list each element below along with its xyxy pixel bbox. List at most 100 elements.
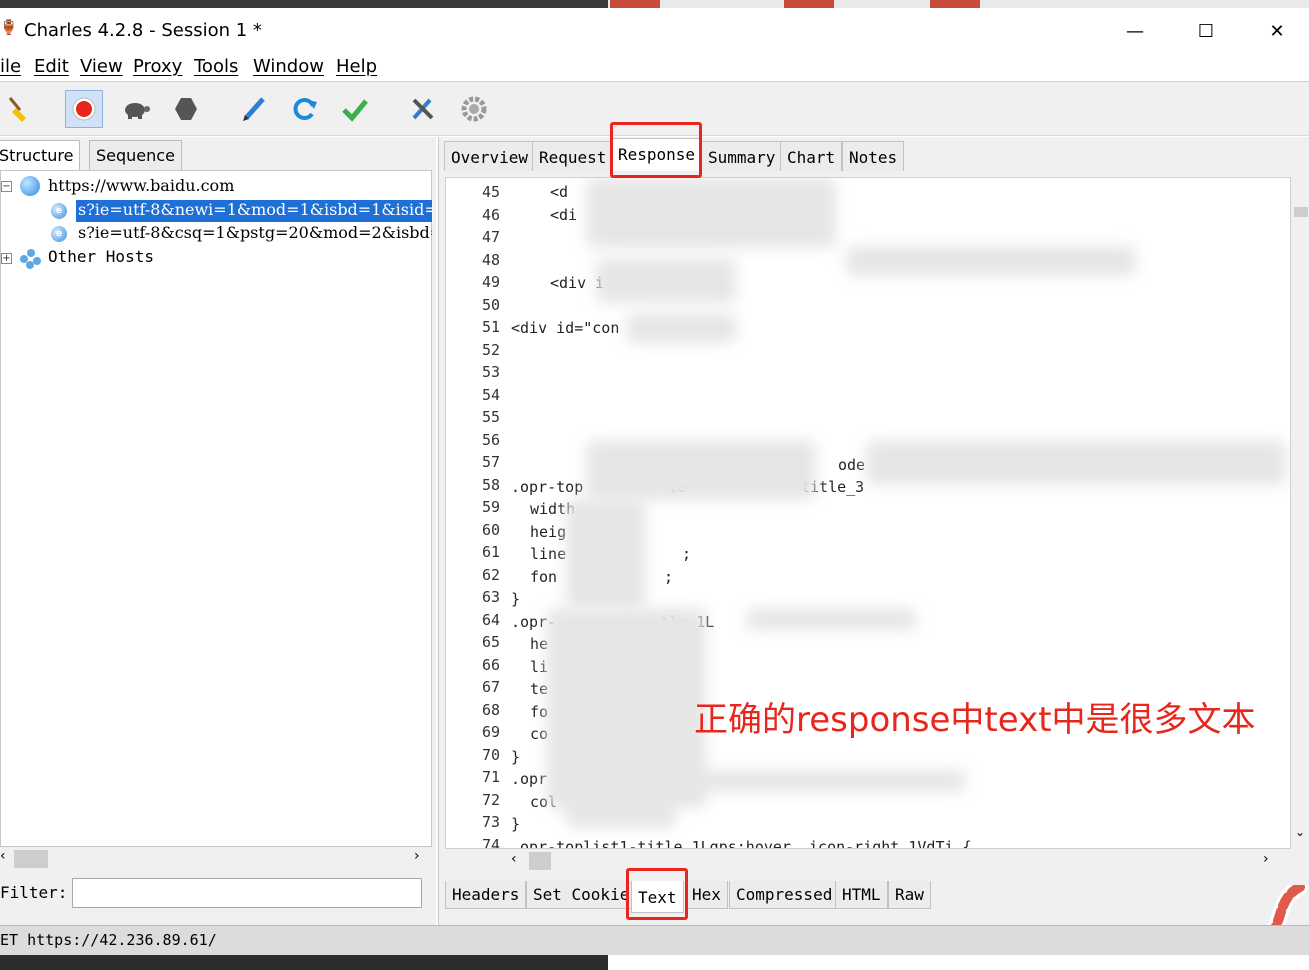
line-number: 72: [481, 790, 500, 809]
line-number: 52: [481, 340, 500, 359]
minimize-button[interactable]: —: [1112, 16, 1158, 46]
code-line: heig: [530, 523, 567, 541]
scrollbar-thumb[interactable]: [14, 850, 48, 868]
tab-headers[interactable]: Headers: [445, 881, 527, 909]
code-line: }: [511, 815, 521, 833]
annotation-note: 正确的response中text中是很多文本: [694, 700, 1256, 740]
structure-pane: Structure Sequence − https://www.baidu.c…: [0, 137, 436, 925]
maximize-button[interactable]: ☐: [1183, 16, 1229, 46]
redaction-blur: [626, 313, 736, 343]
compose-pen-icon[interactable]: [235, 90, 273, 128]
settings-gear-icon[interactable]: [455, 90, 493, 128]
code-line: line: [530, 545, 567, 563]
line-number: 74: [481, 835, 500, 849]
scroll-down-arrow-icon[interactable]: ⌄: [1295, 825, 1305, 839]
redaction-blur: [846, 246, 1136, 276]
tab-html[interactable]: HTML: [835, 881, 888, 909]
record-icon[interactable]: [65, 90, 103, 128]
other-hosts-icon: [20, 249, 42, 269]
tab-structure[interactable]: Structure: [0, 140, 81, 170]
broom-icon[interactable]: [0, 90, 38, 128]
line-number: 61: [481, 543, 500, 561]
line-number: 64: [481, 610, 500, 629]
breakpoint-hexagon-icon[interactable]: [167, 90, 205, 128]
line-number: 70: [481, 745, 500, 764]
charles-app-icon: 🏺: [0, 20, 18, 36]
tab-hex[interactable]: Hex: [685, 881, 728, 909]
tab-overview[interactable]: Overview: [444, 141, 536, 171]
background-window-dark: [0, 0, 608, 8]
code-vertical-scrollbar[interactable]: ⌄: [1291, 177, 1309, 849]
line-number: 60: [481, 520, 500, 539]
filter-input[interactable]: [72, 878, 422, 908]
tab-notes[interactable]: Notes: [842, 141, 905, 171]
code-line: .opr: [511, 770, 548, 788]
scrollbar-thumb[interactable]: [1294, 207, 1308, 217]
tree-request-item[interactable]: s?ie=utf-8&csq=1&pstg=20&mod=2&isbd=1&cq: [78, 223, 432, 245]
tree-request-item-selected[interactable]: s?ie=utf-8&newi=1&mod=1&isbd=1&isid=d423: [75, 199, 433, 223]
redaction-blur: [666, 770, 966, 792]
menu-edit[interactable]: Edit: [34, 56, 69, 77]
response-text-view[interactable]: 45 46 47 48 49 50 51 52 53 54 55 56 57 58 59 60 61 62 63 64…: [445, 177, 1291, 849]
code-line: .opr-toplist1-title_1Lgps:hover .icon-ri…: [511, 838, 972, 849]
tab-summary[interactable]: Summary: [701, 141, 783, 171]
menu-proxy[interactable]: Proxy: [133, 56, 182, 77]
tree-other-hosts[interactable]: Other Hosts: [48, 247, 154, 269]
scroll-left-arrow-icon[interactable]: ‹: [0, 848, 6, 864]
line-number: 66: [481, 655, 500, 674]
menu-window[interactable]: Window: [253, 56, 324, 77]
line-number: 54: [481, 385, 500, 404]
menu-view[interactable]: View: [80, 56, 123, 77]
line-number: 68: [481, 700, 500, 719]
tab-sequence[interactable]: Sequence: [89, 140, 182, 170]
menu-help[interactable]: Help: [336, 56, 377, 77]
line-number: 67: [481, 678, 500, 696]
redaction-blur: [596, 258, 736, 303]
tab-request[interactable]: Request: [532, 141, 614, 171]
code-line: ode: [838, 456, 866, 474]
code-line: ;: [664, 568, 674, 586]
line-number: 48: [481, 250, 500, 269]
status-text: ET https://42.236.89.61/: [0, 931, 217, 949]
menu-bar: ile Edit View Proxy Tools Window Help: [0, 54, 1309, 82]
filter-label: Filter:: [0, 883, 68, 902]
code-horizontal-scrollbar[interactable]: ‹ ›: [445, 849, 1291, 871]
tools-icon[interactable]: [404, 90, 442, 128]
code-line: }: [511, 748, 521, 766]
tab-set-cookie[interactable]: Set Cookie: [526, 881, 637, 909]
globe-icon: [20, 176, 40, 196]
scroll-left-arrow-icon[interactable]: ‹: [511, 851, 517, 867]
menu-tools[interactable]: Tools: [194, 56, 238, 77]
tree-collapse-toggle[interactable]: −: [1, 181, 12, 192]
code-line: .opr-top: [511, 478, 584, 496]
line-number: 47: [481, 228, 500, 246]
request-icon: e: [51, 226, 67, 242]
background-tab-marker: [784, 0, 834, 8]
validate-check-icon[interactable]: [336, 90, 374, 128]
redaction-blur: [866, 440, 1286, 485]
line-number: 56: [481, 430, 500, 449]
redaction-blur: [586, 440, 816, 500]
tab-response[interactable]: Response: [611, 138, 703, 171]
tab-compressed[interactable]: Compressed: [729, 881, 840, 909]
line-number: 63: [481, 588, 500, 606]
menu-file[interactable]: ile: [0, 56, 21, 77]
repeat-refresh-icon[interactable]: [286, 90, 324, 128]
scroll-right-arrow-icon[interactable]: ›: [1263, 851, 1269, 867]
tab-chart[interactable]: Chart: [780, 141, 843, 171]
taskbar-dark-region: [0, 955, 608, 970]
tree-expand-toggle[interactable]: +: [1, 253, 12, 264]
throttle-turtle-icon[interactable]: [117, 90, 155, 128]
tab-text[interactable]: Text: [631, 881, 684, 913]
tab-raw[interactable]: Raw: [888, 881, 931, 909]
detail-pane: Overview Request Response Summary Chart …: [438, 137, 1309, 925]
left-horizontal-scrollbar[interactable]: ‹ ›: [0, 847, 432, 869]
close-button[interactable]: ✕: [1254, 16, 1300, 46]
scrollbar-thumb[interactable]: [529, 852, 551, 870]
request-icon: e: [51, 203, 67, 219]
scroll-right-arrow-icon[interactable]: ›: [414, 848, 420, 864]
tree-host-item[interactable]: https://www.baidu.com: [48, 176, 234, 198]
window-title: Charles 4.2.8 - Session 1 *: [24, 20, 262, 41]
code-line: ;: [682, 545, 692, 563]
redaction-blur: [566, 498, 646, 608]
